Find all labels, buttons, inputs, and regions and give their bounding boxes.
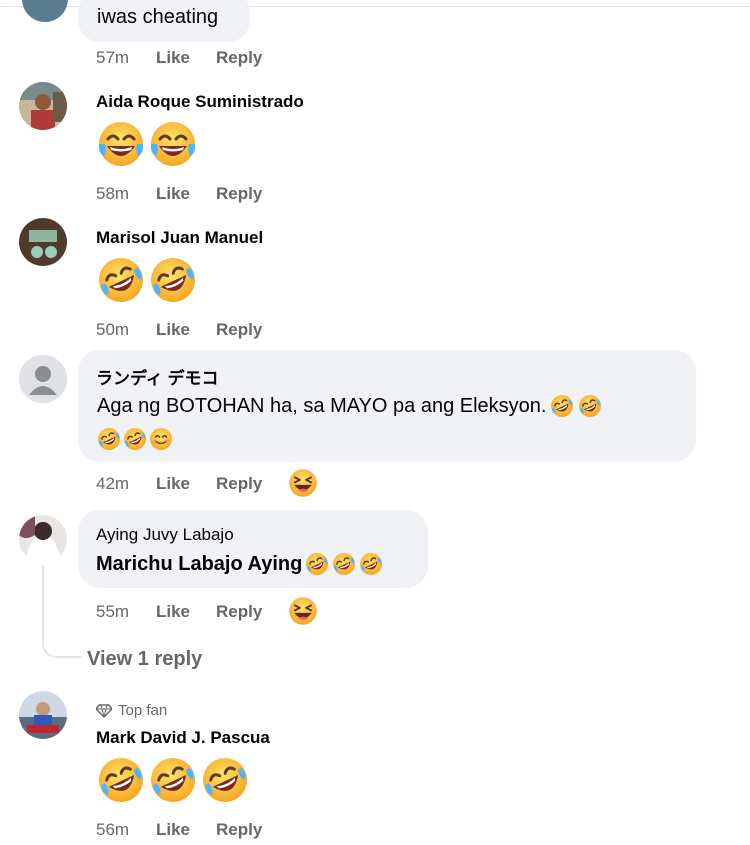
comment-time[interactable]: 57m: [96, 48, 156, 68]
commenter-name[interactable]: Marisol Juan Manuel: [96, 228, 263, 248]
view-replies-link[interactable]: View 1 reply: [87, 648, 202, 671]
like-button[interactable]: Like: [156, 474, 216, 494]
comment-actions: 57m Like Reply: [96, 48, 262, 68]
avatar[interactable]: [22, 0, 68, 22]
like-button[interactable]: Like: [156, 48, 216, 68]
comment-actions: 55m Like Reply: [96, 602, 262, 622]
comment-time[interactable]: 55m: [96, 602, 156, 622]
laughing-tears-emoji-icon: [97, 120, 145, 168]
haha-reaction-icon[interactable]: [288, 468, 318, 498]
rofl-emoji-icon: [97, 427, 121, 451]
like-button[interactable]: Like: [156, 320, 216, 340]
comment-time[interactable]: 56m: [96, 820, 156, 840]
rofl-emoji-icon: [359, 552, 383, 576]
avatar[interactable]: [19, 691, 67, 739]
like-button[interactable]: Like: [156, 602, 216, 622]
reply-button[interactable]: Reply: [216, 320, 262, 340]
rofl-emoji-icon: [578, 394, 602, 418]
rofl-emoji-icon: [97, 756, 145, 804]
reply-button[interactable]: Reply: [216, 184, 262, 204]
comment-actions: 50m Like Reply: [96, 320, 262, 340]
avatar[interactable]: [19, 82, 67, 130]
commenter-name[interactable]: Mark David J. Pascua: [96, 728, 270, 748]
commenter-name[interactable]: ランディ デモコ: [96, 364, 219, 389]
comment-text: Marichu Labajo Aying: [96, 552, 383, 576]
commenter-name[interactable]: Aida Roque Suministrado: [96, 92, 304, 112]
commenter-name[interactable]: Aying Juvy Labajo: [96, 525, 234, 545]
comment-emojis: [97, 756, 249, 804]
top-fan-label: Top fan: [118, 702, 168, 719]
comment-time[interactable]: 42m: [96, 474, 156, 494]
rofl-emoji-icon: [201, 756, 249, 804]
like-button[interactable]: Like: [156, 820, 216, 840]
comment-time[interactable]: 50m: [96, 320, 156, 340]
rofl-emoji-icon: [550, 394, 574, 418]
like-button[interactable]: Like: [156, 184, 216, 204]
rofl-emoji-icon: [149, 756, 197, 804]
rofl-emoji-icon: [305, 552, 329, 576]
smile-emoji-icon: [149, 427, 173, 451]
comment-actions: 56m Like Reply: [96, 820, 262, 840]
comment-text: iwas cheating: [97, 6, 219, 28]
rofl-emoji-icon: [123, 427, 147, 451]
rofl-emoji-icon: [97, 256, 145, 304]
diamond-icon: [96, 703, 112, 718]
comment-emojis: [97, 120, 197, 168]
avatar[interactable]: [19, 515, 67, 563]
reply-button[interactable]: Reply: [216, 474, 262, 494]
comment-actions: 58m Like Reply: [96, 184, 262, 204]
comment-actions: 42m Like Reply: [96, 474, 262, 494]
reply-button[interactable]: Reply: [216, 48, 262, 68]
comment-text-content[interactable]: Marichu Labajo Aying: [96, 553, 302, 576]
comment-time[interactable]: 58m: [96, 184, 156, 204]
laughing-tears-emoji-icon: [149, 120, 197, 168]
comment-emojis: [97, 256, 197, 304]
reply-button[interactable]: Reply: [216, 602, 262, 622]
haha-reaction-icon[interactable]: [288, 596, 318, 626]
comment-emojis: [97, 427, 173, 451]
top-fan-badge: Top fan: [96, 702, 167, 719]
avatar[interactable]: [19, 355, 67, 403]
reply-button[interactable]: Reply: [216, 820, 262, 840]
comment-bubble: [78, 510, 428, 588]
comment-text-content: Aga ng BOTOHAN ha, sa MAYO pa ang Eleksy…: [97, 394, 547, 417]
avatar[interactable]: [19, 218, 67, 266]
rofl-emoji-icon: [332, 552, 356, 576]
comment-text: Aga ng BOTOHAN ha, sa MAYO pa ang Eleksy…: [97, 394, 602, 418]
reply-thread-line: [42, 565, 82, 658]
rofl-emoji-icon: [149, 256, 197, 304]
